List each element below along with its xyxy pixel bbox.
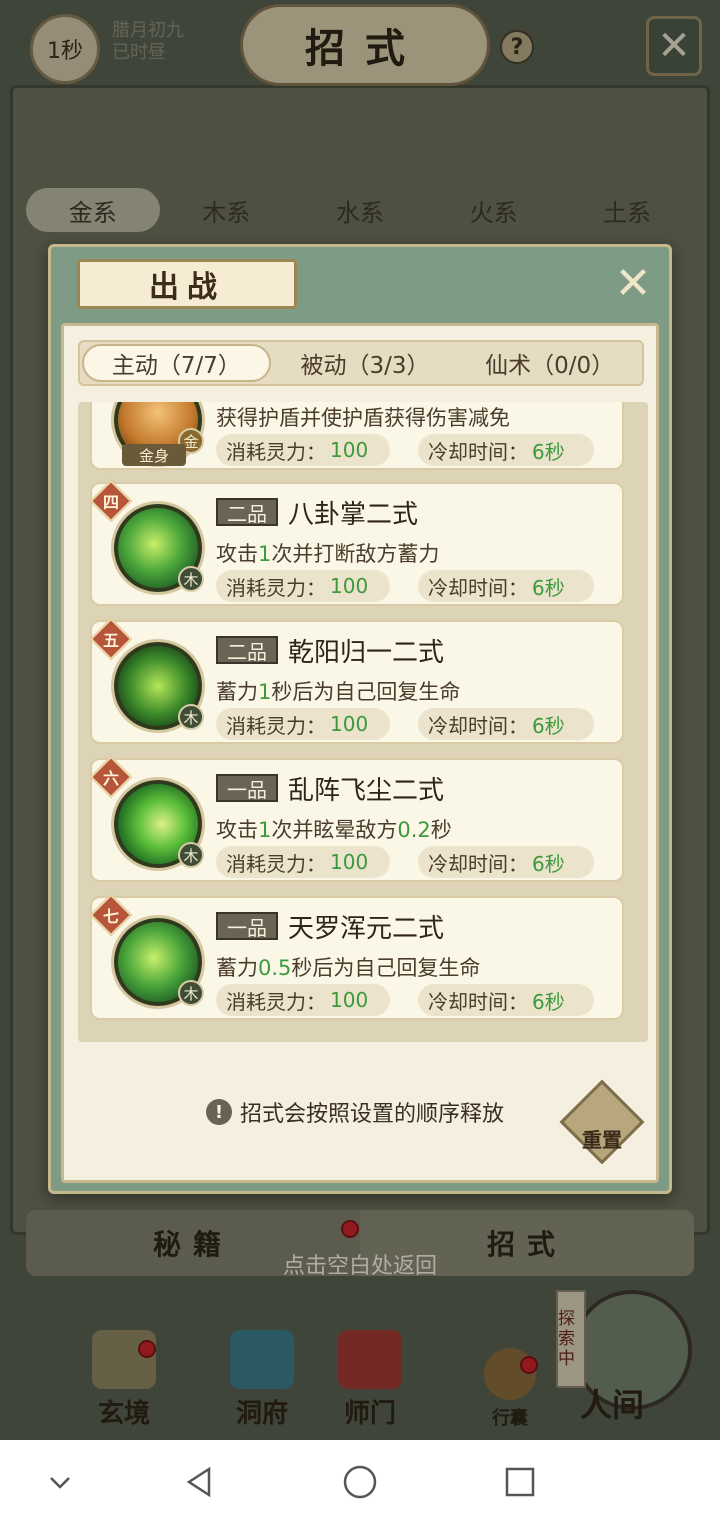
cooldown-value: 6秒 bbox=[532, 575, 565, 600]
mana-cost-value: 100 bbox=[330, 574, 369, 598]
desc-value: 0.5 bbox=[258, 956, 292, 980]
desc-text: 攻击 bbox=[216, 542, 258, 566]
battle-loadout-dialog: 出战 ✕ 主动（7/7） 被动（3/3） 仙术（0/0） 金 金身 获得护盾并使… bbox=[48, 244, 672, 1194]
skill-name: 乱阵飞尘二式 bbox=[288, 776, 445, 806]
grade-badge: 一品 bbox=[216, 774, 278, 802]
mana-cost-value: 100 bbox=[330, 712, 369, 736]
skill-description: 蓄力1秒后为自己回复生命 bbox=[216, 676, 460, 706]
cooldown-label: 冷却时间： bbox=[428, 713, 528, 738]
mana-cost-value: 100 bbox=[330, 438, 369, 462]
skill-name: 天罗浑元二式 bbox=[288, 914, 445, 944]
tab-immortal-arts[interactable]: 仙术（0/0） bbox=[457, 342, 642, 384]
cooldown-value: 6秒 bbox=[532, 713, 565, 738]
cooldown-value: 6秒 bbox=[532, 439, 565, 464]
skill-type-tabs: 主动（7/7） 被动（3/3） 仙术（0/0） bbox=[78, 340, 644, 386]
dialog-close-button[interactable]: ✕ bbox=[611, 258, 655, 309]
grade-badge: 一品 bbox=[216, 912, 278, 940]
close-icon: ✕ bbox=[614, 257, 652, 309]
skill-card[interactable]: 金 金身 获得护盾并使护盾获得伤害减免 消耗灵力： 100 冷却时间： 6秒 bbox=[90, 402, 624, 470]
mana-cost: 消耗灵力： 100 bbox=[216, 708, 390, 740]
element-badge: 木 bbox=[178, 842, 204, 868]
rank-number: 六 bbox=[102, 769, 119, 788]
cooldown-label: 冷却时间： bbox=[428, 575, 528, 600]
skill-tag: 金身 bbox=[122, 444, 186, 466]
desc-text: 蓄力 bbox=[216, 956, 258, 980]
reset-button-label[interactable]: 重置 bbox=[572, 1124, 632, 1153]
desc-text: 秒后为自己回复生命 bbox=[291, 956, 481, 980]
cooldown: 冷却时间： 6秒 bbox=[418, 708, 594, 740]
cooldown-label: 冷却时间： bbox=[428, 439, 528, 464]
desc-text: 秒 bbox=[430, 818, 452, 842]
system-nav-bar bbox=[0, 1440, 720, 1520]
desc-text: 攻击 bbox=[216, 818, 258, 842]
mana-cost: 消耗灵力： 100 bbox=[216, 570, 390, 602]
cooldown-value: 6秒 bbox=[532, 851, 565, 876]
desc-text: 次并眩晕敌方 bbox=[271, 818, 398, 842]
mana-cost-label: 消耗灵力： bbox=[226, 851, 326, 876]
info-icon: ! bbox=[206, 1099, 232, 1125]
skill-description: 攻击1次并打断敌方蓄力 bbox=[216, 538, 439, 568]
mana-cost: 消耗灵力： 100 bbox=[216, 846, 390, 878]
cooldown-label: 冷却时间： bbox=[428, 851, 528, 876]
dialog-body: 主动（7/7） 被动（3/3） 仙术（0/0） 金 金身 获得护盾并使护盾获得伤… bbox=[61, 323, 659, 1183]
skill-card[interactable]: 五 木 二品 乾阳归一二式 蓄力1秒后为自己回复生命 消耗灵力： 100 冷却时间… bbox=[89, 617, 624, 744]
mana-cost-value: 100 bbox=[330, 988, 369, 1012]
desc-value: 1 bbox=[258, 542, 272, 566]
grade-badge: 二品 bbox=[216, 636, 278, 664]
element-badge: 木 bbox=[178, 704, 204, 730]
back-icon[interactable] bbox=[180, 1462, 220, 1502]
mana-cost: 消耗灵力： 100 bbox=[216, 984, 390, 1016]
element-badge: 木 bbox=[178, 980, 204, 1006]
home-icon[interactable] bbox=[340, 1462, 380, 1502]
skill-card[interactable]: 六 木 一品 乱阵飞尘二式 攻击1次并眩晕敌方0.2秒 消耗灵力： 100 冷却时… bbox=[89, 755, 624, 882]
dialog-title: 出战 bbox=[77, 259, 297, 309]
desc-value: 0.2 bbox=[397, 818, 431, 842]
grade-badge: 二品 bbox=[216, 498, 278, 526]
desc-text: 次并打断敌方蓄力 bbox=[271, 542, 440, 566]
mana-cost-value: 100 bbox=[330, 850, 369, 874]
mana-cost: 消耗灵力： 100 bbox=[216, 434, 390, 466]
skill-card[interactable]: 四 木 二品 八卦掌二式 攻击1次并打断敌方蓄力 消耗灵力： 100 冷却时间： 6… bbox=[89, 479, 624, 606]
tab-active-skills[interactable]: 主动（7/7） bbox=[82, 344, 271, 382]
cooldown: 冷却时间： 6秒 bbox=[418, 434, 594, 466]
skill-card[interactable]: 七 木 一品 天罗浑元二式 蓄力0.5秒后为自己回复生命 消耗灵力： 100 冷却… bbox=[89, 893, 624, 1020]
mana-cost-label: 消耗灵力： bbox=[226, 575, 326, 600]
skill-list[interactable]: 金 金身 获得护盾并使护盾获得伤害减免 消耗灵力： 100 冷却时间： 6秒 四 木… bbox=[78, 402, 648, 1042]
desc-text: 蓄力 bbox=[216, 680, 258, 704]
skill-description: 蓄力0.5秒后为自己回复生命 bbox=[216, 952, 480, 982]
cooldown-value: 6秒 bbox=[532, 989, 565, 1014]
order-note: ! 招式会按照设置的顺序释放 bbox=[206, 1096, 504, 1128]
chevron-down-icon[interactable] bbox=[40, 1462, 80, 1502]
cooldown: 冷却时间： 6秒 bbox=[418, 570, 594, 602]
skill-name: 八卦掌二式 bbox=[288, 500, 419, 530]
mana-cost-label: 消耗灵力： bbox=[226, 989, 326, 1014]
skill-description: 获得护盾并使护盾获得伤害减免 bbox=[216, 406, 510, 430]
desc-value: 1 bbox=[258, 818, 272, 842]
skill-description: 攻击1次并眩晕敌方0.2秒 bbox=[216, 814, 452, 844]
recents-icon[interactable] bbox=[500, 1462, 540, 1502]
cooldown: 冷却时间： 6秒 bbox=[418, 846, 594, 878]
tab-passive-skills[interactable]: 被动（3/3） bbox=[273, 342, 458, 384]
cooldown-label: 冷却时间： bbox=[428, 989, 528, 1014]
mana-cost-label: 消耗灵力： bbox=[226, 713, 326, 738]
order-note-text: 招式会按照设置的顺序释放 bbox=[240, 1102, 505, 1127]
rank-number: 七 bbox=[102, 907, 119, 926]
desc-text: 秒后为自己回复生命 bbox=[271, 680, 461, 704]
desc-value: 1 bbox=[258, 680, 272, 704]
rank-number: 四 bbox=[102, 493, 119, 512]
mana-cost-label: 消耗灵力： bbox=[226, 439, 326, 464]
rank-number: 五 bbox=[102, 631, 119, 650]
element-badge: 木 bbox=[178, 566, 204, 592]
cooldown: 冷却时间： 6秒 bbox=[418, 984, 594, 1016]
skill-name: 乾阳归一二式 bbox=[288, 638, 445, 668]
